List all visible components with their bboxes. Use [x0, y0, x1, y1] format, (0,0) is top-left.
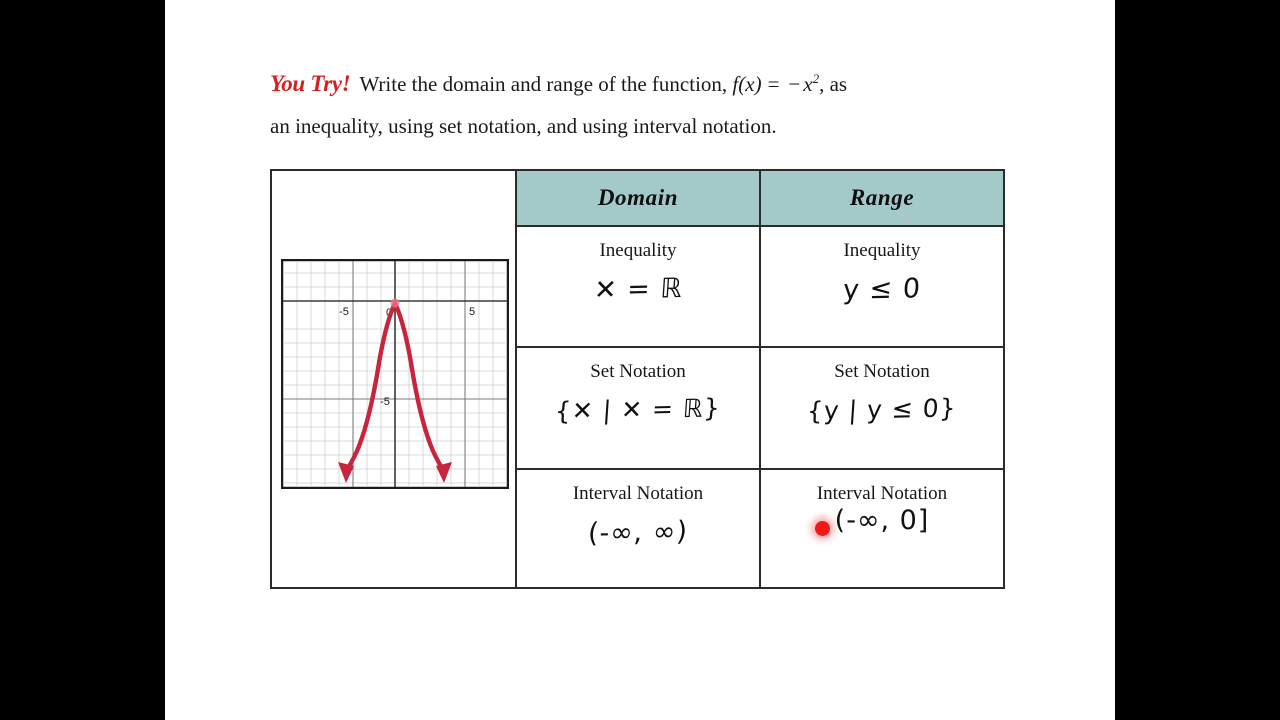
parabola-graph: -5 0 5 -5 — [280, 258, 510, 490]
x-tick-label-neg5: -5 — [339, 306, 349, 318]
cell-title-set-range: Set Notation — [834, 361, 930, 382]
answer-domain-interval-notation: (-∞, ∞) — [586, 515, 690, 550]
cell-range-inequality: Inequality y ≤ 0 — [761, 227, 1003, 346]
answer-domain-set-notation: {✕ | ✕ = ℝ} — [554, 393, 722, 426]
vertex-marker — [390, 298, 400, 308]
cell-range-set-notation: Set Notation {y | y ≤ 0} — [761, 348, 1003, 468]
graph-cell: -5 0 5 -5 — [272, 171, 517, 587]
letterbox-right — [1115, 0, 1280, 720]
you-try-label: You Try! — [270, 71, 351, 96]
minus-sign: − — [788, 72, 801, 96]
slide-canvas: You Try! Write the domain and range of th… — [165, 0, 1115, 720]
letterbox-left — [0, 0, 165, 720]
cell-title-interval-range: Interval Notation — [816, 483, 948, 504]
answers-columns: Domain Range Inequality ✕ = ℝ Inequality… — [517, 171, 1003, 587]
prompt-text: You Try! Write the domain and range of th… — [270, 58, 1010, 147]
answer-range-wrap: (-∞, 0] — [814, 505, 930, 536]
variable-x: x — [803, 72, 813, 96]
table-row: Set Notation {✕ | ✕ = ℝ} Set Notation {y… — [517, 348, 1003, 470]
answer-domain-inequality: ✕ = ℝ — [592, 273, 684, 306]
y-tick-label-neg5: -5 — [380, 396, 390, 408]
cell-domain-interval-notation: Interval Notation (-∞, ∞) — [517, 470, 761, 587]
cell-title-interval-domain: Interval Notation — [572, 483, 704, 504]
table-header-row: Domain Range — [517, 171, 1003, 227]
prompt-line1-a: Write the domain and range of the functi… — [359, 72, 728, 96]
cell-title-inequality-range: Inequality — [843, 240, 921, 261]
graph-svg: -5 0 5 -5 — [280, 258, 510, 490]
cell-domain-set-notation: Set Notation {✕ | ✕ = ℝ} — [517, 348, 761, 468]
header-cell-range: Range — [761, 171, 1003, 225]
cell-domain-inequality: Inequality ✕ = ℝ — [517, 227, 761, 346]
pen-cursor-dot — [814, 521, 830, 536]
domain-range-table: -5 0 5 -5 Domain Range Inequality ✕ = ℝ … — [270, 169, 1005, 589]
cell-title-set-domain: Set Notation — [590, 361, 686, 382]
answer-range-inequality: y ≤ 0 — [841, 273, 922, 306]
x-tick-label-5: 5 — [469, 306, 475, 318]
table-row: Inequality ✕ = ℝ Inequality y ≤ 0 — [517, 227, 1003, 348]
answer-range-interval-notation: (-∞, 0] — [834, 505, 930, 536]
header-cell-domain: Domain — [517, 171, 761, 225]
prompt-line1-b: , as — [819, 72, 848, 96]
cell-range-interval-notation: Interval Notation (-∞, 0] — [761, 470, 1003, 587]
prompt-line2: an inequality, using set notation, and u… — [270, 114, 777, 138]
cell-title-inequality-domain: Inequality — [599, 240, 677, 261]
table-row: Interval Notation (-∞, ∞) Interval Notat… — [517, 470, 1003, 587]
answer-range-set-notation: {y | y ≤ 0} — [806, 393, 958, 426]
function-arg: (x) — [738, 72, 762, 96]
header-label-domain: Domain — [597, 185, 679, 210]
equals-sign: = — [767, 72, 780, 96]
header-label-range: Range — [849, 185, 915, 210]
